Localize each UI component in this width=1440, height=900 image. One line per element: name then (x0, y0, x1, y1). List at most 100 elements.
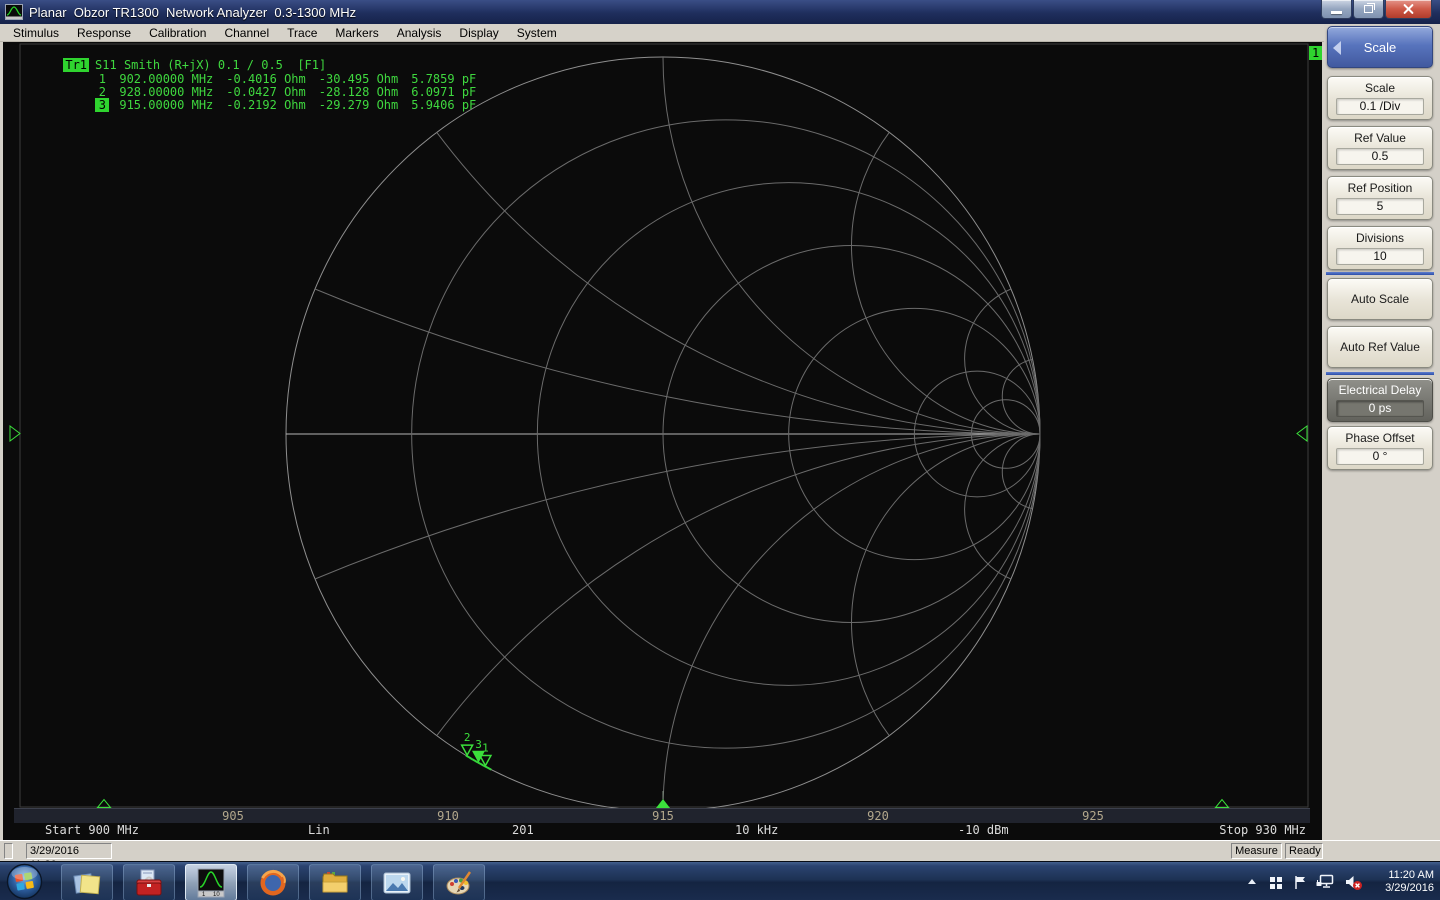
ref-position-indicator-right[interactable] (1296, 425, 1308, 442)
ready-indicator: Ready (1285, 843, 1323, 859)
marker-frequency: 915.00000 MHz (119, 98, 214, 112)
svg-text:10: 10 (213, 892, 220, 898)
marker-number-active: 3 (95, 98, 110, 112)
datetime-field: 3/29/2016 11:20 (26, 843, 112, 871)
taskbar-firefox[interactable] (247, 864, 299, 900)
menu-analysis[interactable]: Analysis (388, 25, 451, 41)
divisions-button[interactable]: Divisions 10 (1327, 226, 1433, 270)
paint-icon (446, 870, 472, 894)
ref-value-button[interactable]: Ref Value 0.5 (1327, 126, 1433, 170)
menu-response[interactable]: Response (68, 25, 140, 41)
menu-trace[interactable]: Trace (278, 25, 326, 41)
chart-marker-label: 3 (475, 738, 482, 751)
freq-tick-label: 915 (652, 809, 674, 823)
menu-display[interactable]: Display (450, 25, 507, 41)
measure-indicator: Measure (1231, 843, 1282, 859)
ruler-marker-915[interactable] (656, 799, 670, 808)
application-window: Planar Obzor TR1300 Network Analyzer 0.3… (0, 0, 1440, 900)
freq-tick-label: 905 (222, 809, 244, 823)
auto-scale-button[interactable]: Auto Scale (1327, 278, 1433, 320)
sweep-stop-label: Stop 930 MHz (1219, 823, 1306, 837)
scale-button[interactable]: Scale 0.1 /Div (1327, 76, 1433, 120)
restore-button[interactable] (1353, 0, 1384, 19)
ref-value-value: 0.5 (1336, 148, 1424, 165)
taskbar: 1 10 11:20 AM 3/29/2016 (0, 861, 1440, 900)
reactance-arc (964, 288, 1041, 435)
channel-badge: 1 (1309, 46, 1323, 60)
network-analyzer-icon: 1 10 (197, 868, 225, 898)
ref-position-indicator-left[interactable] (9, 425, 21, 442)
freq-tick-label: 910 (437, 809, 459, 823)
taskbar-network-analyzer[interactable]: 1 10 (185, 864, 237, 900)
status-bar: 3/29/2016 11:20 Measure Ready (0, 840, 1440, 871)
menu-stimulus[interactable]: Stimulus (4, 25, 68, 41)
tray-clock[interactable]: 11:20 AM 3/29/2016 (1372, 869, 1434, 895)
close-button[interactable] (1385, 0, 1432, 19)
minimize-icon (1331, 11, 1342, 14)
group-separator (1326, 372, 1434, 375)
scale-value: 0.1 /Div (1336, 98, 1424, 115)
restore-icon (1364, 3, 1375, 13)
menu-markers[interactable]: Markers (326, 25, 387, 41)
title-bar[interactable]: Planar Obzor TR1300 Network Analyzer 0.3… (0, 0, 1440, 24)
chart-marker-label: 2 (464, 731, 471, 744)
softkey-header-scale[interactable]: Scale (1327, 26, 1433, 68)
taskbar-image-viewer[interactable] (371, 864, 423, 900)
tray-app-icon[interactable] (1268, 874, 1284, 890)
taskbar-file-explorer[interactable] (309, 864, 361, 900)
folder-icon (322, 871, 348, 892)
app-icon (5, 4, 23, 20)
marker-resistance: -0.2192 Ohm (226, 98, 306, 112)
phase-offset-button[interactable]: Phase Offset 0 ° (1327, 426, 1433, 470)
reactance-arc (851, 433, 1041, 736)
reactance-arc (964, 433, 1041, 580)
network-status-icon[interactable] (1316, 873, 1335, 890)
softkey-panel: Scale Scale 0.1 /Div Ref Value 0.5 Ref P… (1324, 24, 1437, 840)
menu-channel[interactable]: Channel (215, 25, 278, 41)
taskbar-paint[interactable] (433, 864, 485, 900)
auto-ref-value-button[interactable]: Auto Ref Value (1327, 326, 1433, 368)
firefox-icon (260, 869, 286, 895)
taskbar-toolbox[interactable] (123, 864, 175, 900)
marker-capacitance: 5.9406 pF (411, 98, 477, 112)
freq-tick-label: 925 (1082, 809, 1104, 823)
menu-calibration[interactable]: Calibration (140, 25, 215, 41)
marker-reactance: -29.279 Ohm (318, 98, 399, 112)
system-tray: 11:20 AM 3/29/2016 (1245, 862, 1434, 900)
taskbar-sticky-notes[interactable] (61, 864, 113, 900)
image-viewer-icon (383, 872, 411, 893)
start-button[interactable] (6, 863, 43, 900)
marker-row-3: 3 915.00000 MHz -0.2192 Ohm -29.279 Ohm 5.94… (52, 84, 489, 126)
clock-time: 11:20 AM (1388, 868, 1434, 881)
plot-area: 123 Tr1 S11 Smith (R+jX) 0.1 / 0.5 [F1] 1… (0, 42, 1323, 840)
show-hidden-icons-button[interactable] (1245, 875, 1259, 889)
reactance-arc (851, 132, 1041, 435)
plot-border (19, 43, 1309, 808)
sweep-type-label: Lin (308, 823, 330, 837)
menu-system[interactable]: System (508, 25, 566, 41)
group-separator (1326, 272, 1434, 275)
toolbox-icon (136, 869, 162, 895)
sweep-start-label: Start 900 MHz (45, 823, 139, 837)
window-title: Planar Obzor TR1300 Network Analyzer 0.3… (29, 4, 357, 20)
back-chevron-icon (1333, 41, 1341, 55)
menu-bar: Stimulus Response Calibration Channel Tr… (0, 24, 1324, 42)
statusbar-grip (4, 843, 13, 859)
sticky-notes-icon (73, 872, 101, 894)
phase-offset-value: 0 ° (1336, 448, 1424, 465)
points-label: 201 (512, 823, 534, 837)
ruler-marker-928[interactable] (1214, 798, 1230, 808)
ref-position-button[interactable]: Ref Position 5 (1327, 176, 1433, 220)
clock-date: 3/29/2016 (1385, 881, 1434, 894)
power-label: -10 dBm (958, 823, 1009, 837)
electrical-delay-button[interactable]: Electrical Delay 0 ps (1327, 378, 1433, 422)
ruler-marker-902[interactable] (96, 798, 112, 808)
divisions-value: 10 (1336, 248, 1424, 265)
action-center-flag-icon[interactable] (1293, 874, 1307, 890)
freq-tick-label: 920 (867, 809, 889, 823)
minimize-button[interactable] (1321, 0, 1352, 19)
frequency-ruler-markers (96, 791, 1230, 808)
volume-muted-icon[interactable] (1344, 873, 1363, 891)
if-bandwidth-label: 10 kHz (735, 823, 779, 837)
smith-chart: 123 (9, 43, 1309, 812)
